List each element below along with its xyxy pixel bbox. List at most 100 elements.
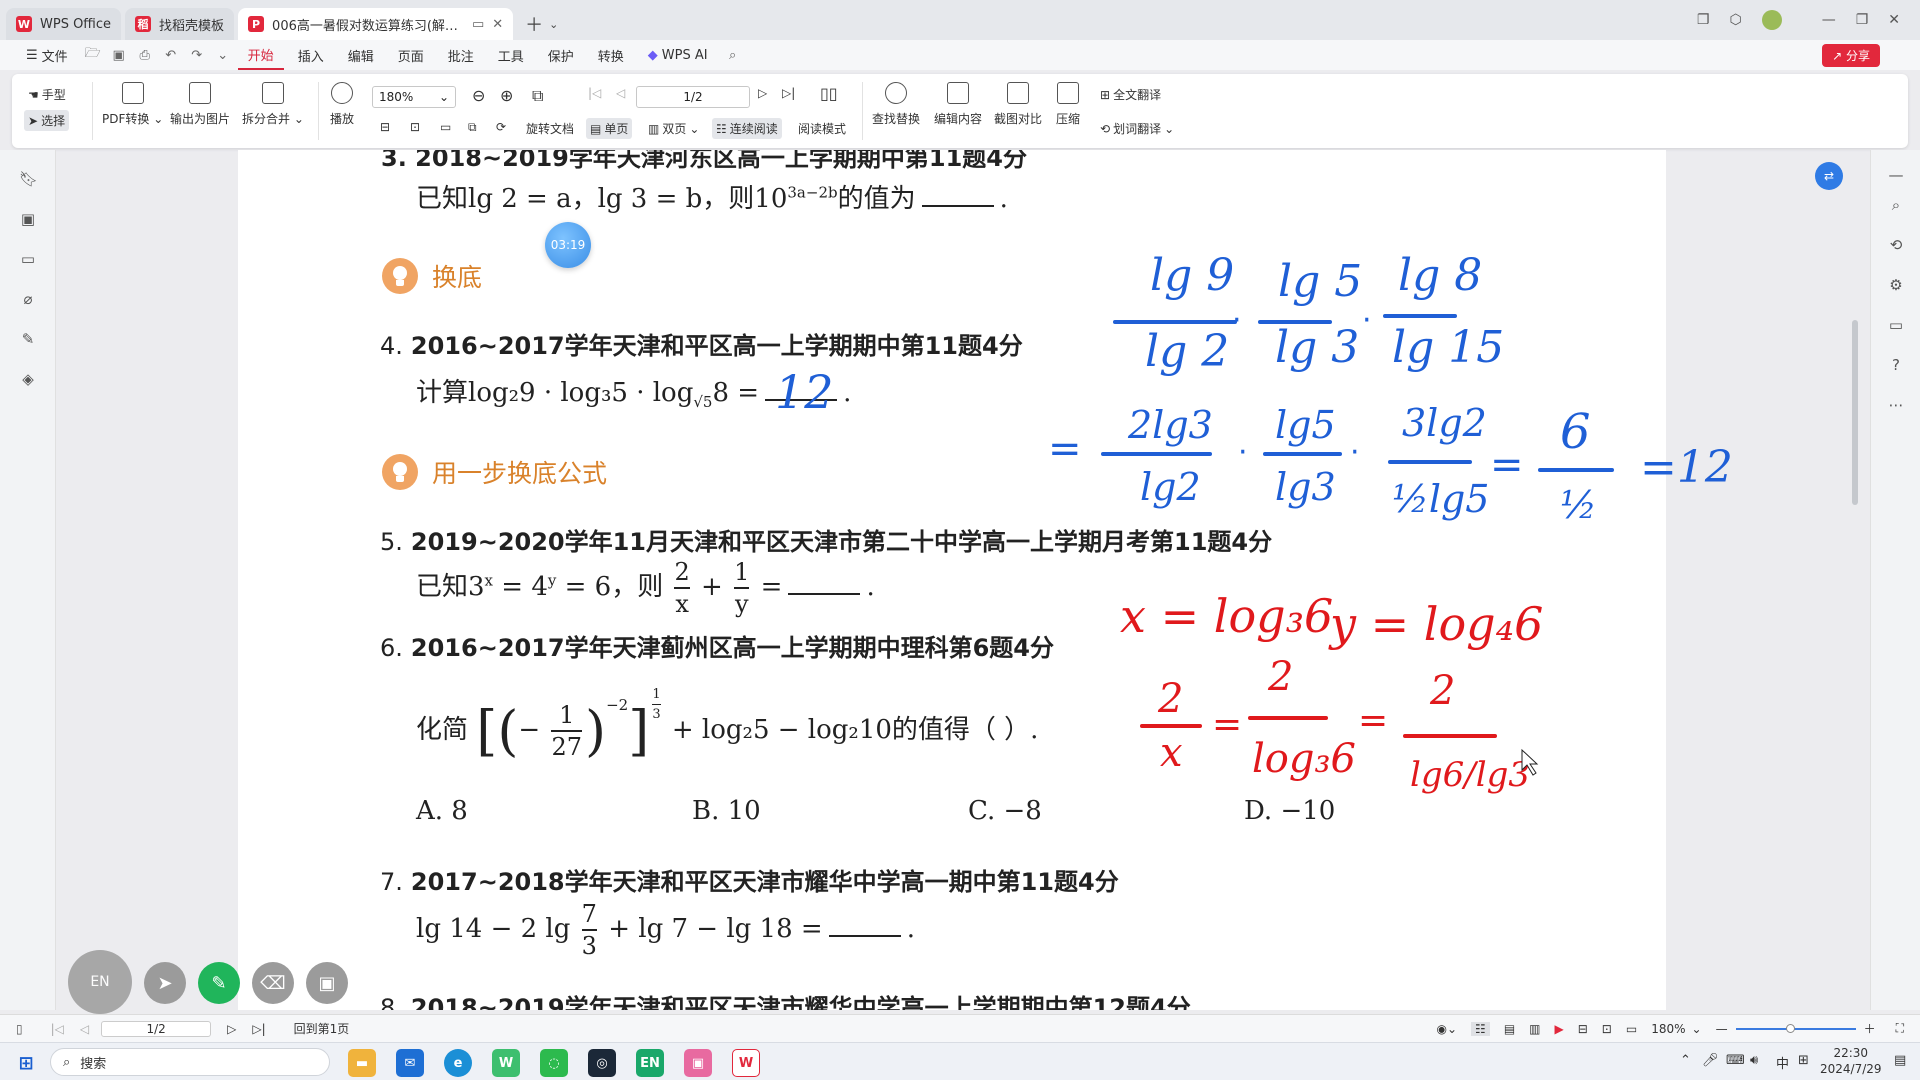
tab-document[interactable]: P 006高一暑假对数运算练习(解… ▭ ✕ <box>238 8 514 40</box>
close-window-icon[interactable]: ✕ <box>1888 12 1900 28</box>
ime-indicator[interactable]: 中 <box>1776 1053 1789 1072</box>
play-button[interactable]: 播放 <box>330 82 354 127</box>
tab-docer[interactable]: 稻 找稻壳模板 <box>125 8 235 40</box>
tray-chevron-icon[interactable]: ⌃ <box>1680 1053 1691 1068</box>
chevron-down-icon[interactable]: ⌄ <box>1692 1022 1702 1036</box>
word-translate-button[interactable]: ⟲ 划词翻译 ⌄ <box>1100 120 1174 137</box>
whiteboard-tool-button[interactable]: ▣ <box>306 962 348 1004</box>
layout-icon[interactable]: ⊞ <box>1798 1053 1809 1068</box>
last-page-icon[interactable]: ▷| <box>782 86 795 100</box>
last-page-icon[interactable]: ▷| <box>252 1022 265 1036</box>
more-icon[interactable]: ⋯ <box>1887 396 1905 414</box>
layers-icon[interactable]: ◈ <box>19 370 37 388</box>
option-b[interactable]: B. 10 <box>692 796 761 826</box>
monitor-icon[interactable]: ▭ <box>472 17 484 32</box>
menu-annotate[interactable]: 批注 <box>438 40 484 70</box>
fit-page-icon[interactable]: ⧉ <box>532 86 543 106</box>
minimize-icon[interactable]: — <box>1822 12 1836 28</box>
crop-icon[interactable]: ▭ <box>1626 1022 1637 1036</box>
whiteboard-app-icon[interactable]: W <box>492 1049 520 1077</box>
menu-convert[interactable]: 转换 <box>588 40 634 70</box>
windows-start-icon[interactable]: ⊞ <box>12 1049 40 1077</box>
menu-wps-ai[interactable]: ◆ WPS AI <box>638 40 718 70</box>
file-explorer-icon[interactable]: ▬ <box>348 1049 376 1077</box>
cube-icon[interactable]: ⬡ <box>1729 12 1741 28</box>
compress-button[interactable]: 压缩 <box>1056 82 1080 127</box>
chevron-down-icon[interactable]: ⌄ <box>212 48 234 63</box>
zoom-in-icon[interactable]: ＋ <box>1864 1020 1876 1037</box>
search-icon[interactable]: ⌕ <box>722 48 744 63</box>
save-icon[interactable]: ▣ <box>108 48 130 63</box>
crop-icon[interactable]: ⊡ <box>410 120 420 134</box>
continuous-view-icon[interactable]: ☷ <box>1471 1021 1490 1036</box>
zoom-slider[interactable] <box>1735 1023 1856 1033</box>
collapse-icon[interactable]: — <box>1887 166 1905 184</box>
next-page-icon[interactable]: ▷ <box>758 86 767 100</box>
undo-icon[interactable]: ↶ <box>160 48 182 63</box>
wechat-icon[interactable]: ◌ <box>540 1049 568 1077</box>
full-translate-button[interactable]: ⊞ 全文翻译 <box>1100 86 1161 103</box>
taskbar-search-box[interactable]: ⌕ 搜索 <box>50 1048 330 1076</box>
zoom-out-icon[interactable]: — <box>1716 1022 1728 1036</box>
signature-icon[interactable]: ✎ <box>19 330 37 348</box>
close-icon[interactable]: ✕ <box>492 17 503 32</box>
menu-file[interactable]: ☰ 文件 <box>16 40 78 70</box>
prev-page-icon[interactable]: ◁ <box>80 1022 89 1036</box>
menu-home[interactable]: 开始 <box>237 40 284 70</box>
zoom-level[interactable]: 180% <box>1651 1022 1685 1036</box>
pointer-tool-button[interactable]: ➤ <box>144 962 186 1004</box>
option-c[interactable]: C. −8 <box>968 796 1042 826</box>
window-layout-icon[interactable]: ❐ <box>1697 12 1710 28</box>
play-icon[interactable]: ▶ <box>1555 1022 1564 1036</box>
chevron-down-icon[interactable]: ⌄ <box>549 18 558 31</box>
first-page-icon[interactable]: |◁ <box>588 86 601 100</box>
double-view-icon[interactable]: ▥ <box>1529 1022 1540 1036</box>
steam-icon[interactable]: ◎ <box>588 1049 616 1077</box>
pen-tool-button[interactable]: ✎ <box>198 962 240 1004</box>
search-icon[interactable]: ⌕ <box>1887 196 1905 214</box>
status-page-input[interactable]: 1/2 <box>101 1020 212 1037</box>
fullscreen-icon[interactable]: ⛶ <box>1896 1021 1904 1036</box>
bookmark-icon[interactable]: 🔖︎ <box>19 170 38 188</box>
keyboard-en-button[interactable]: EN <box>68 950 132 1014</box>
zoom-in-icon[interactable]: ⊕ <box>500 86 513 105</box>
double-page-button[interactable]: ▥ 双页 ⌄ <box>648 120 699 137</box>
recording-timer[interactable]: 03:19 <box>545 222 591 268</box>
redo-icon[interactable]: ↷ <box>186 48 208 63</box>
open-folder-icon[interactable]: 🗁 <box>82 44 104 66</box>
back-to-first-page[interactable]: 回到第1页 <box>294 1020 350 1037</box>
avatar[interactable] <box>1761 10 1782 30</box>
sidebar-toggle-icon[interactable]: ▯ <box>16 1022 23 1036</box>
next-page-icon[interactable]: ▷ <box>227 1022 236 1036</box>
notification-icon[interactable]: ▤ <box>1894 1053 1906 1068</box>
new-tab-button[interactable]: ＋ ⌄ <box>517 8 566 40</box>
export-image-button[interactable]: 输出为图片 <box>170 82 230 127</box>
fit-page-icon[interactable]: ⊡ <box>1602 1022 1612 1036</box>
option-d[interactable]: D. −10 <box>1244 796 1335 826</box>
pdf-convert-button[interactable]: PDF转换 ⌄ <box>102 82 163 127</box>
mail-icon[interactable]: ✉ <box>396 1049 424 1077</box>
settings-sliders-icon[interactable]: ⚙ <box>1887 276 1905 294</box>
read-mode-button[interactable]: 阅读模式 <box>798 120 846 137</box>
hand-tool-button[interactable]: ☚ 手型 <box>28 86 66 103</box>
zoom-out-icon[interactable]: ⊖ <box>472 86 485 105</box>
taskbar-clock[interactable]: 22:30 2024/7/29 <box>1820 1045 1882 1077</box>
comment-icon[interactable]: ▭ <box>19 250 37 268</box>
menu-page[interactable]: 页面 <box>388 40 434 70</box>
sync-icon[interactable]: ⟲ <box>1887 236 1905 254</box>
rotate-icon[interactable]: ⟳ <box>496 120 506 134</box>
pdf-edit-float-icon[interactable]: ⇄ <box>1815 162 1843 190</box>
page-frame-icon[interactable]: ▭ <box>440 120 451 134</box>
menu-tools[interactable]: 工具 <box>488 40 534 70</box>
zoom-slider-handle[interactable] <box>1785 1023 1795 1033</box>
menu-edit[interactable]: 编辑 <box>338 40 384 70</box>
en-app-icon[interactable]: EN <box>636 1049 664 1077</box>
zoom-select[interactable]: 180% ⌄ <box>372 86 456 108</box>
wps-taskbar-icon[interactable]: W <box>732 1049 760 1077</box>
split-merge-button[interactable]: 拆分合并 ⌄ <box>242 82 304 127</box>
fit-width-icon[interactable]: ⊟ <box>380 120 390 134</box>
select-tool-button[interactable]: ➤ 选择 <box>24 110 70 131</box>
first-page-icon[interactable]: |◁ <box>51 1022 64 1036</box>
network-icon[interactable]: ⌨ <box>1726 1053 1745 1068</box>
scrollbar-thumb[interactable] <box>1852 320 1858 505</box>
